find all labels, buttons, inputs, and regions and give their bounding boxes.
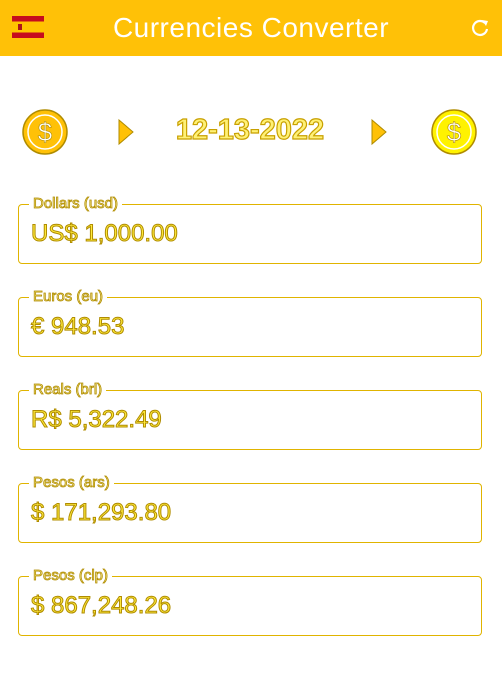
field-value[interactable]: $ 867,248.26 xyxy=(30,592,171,620)
refresh-icon[interactable] xyxy=(470,18,490,38)
play-arrow-icon xyxy=(371,118,387,146)
clp-field[interactable]: Pesos (clp) $ 867,248.26 xyxy=(18,567,482,636)
field-value[interactable]: R$ 5,322.49 xyxy=(31,406,163,434)
field-label: Dollars (usd) xyxy=(29,195,123,212)
svg-text:$: $ xyxy=(38,117,53,147)
field-label: Pesos (ars) xyxy=(29,474,114,491)
dollar-coin-icon[interactable]: $ xyxy=(21,108,69,156)
field-label: Reals (brl) xyxy=(29,381,107,398)
eur-field[interactable]: Euros (eu) € 948.53 xyxy=(18,288,482,357)
svg-text:$: $ xyxy=(447,117,462,147)
field-value[interactable]: US$ 1,000.00 xyxy=(31,220,179,248)
field-value[interactable]: $ 171,293.80 xyxy=(30,499,171,527)
dollar-coin-icon[interactable]: $ xyxy=(430,108,478,156)
app-title: Currencies Converter xyxy=(112,12,390,43)
usd-field[interactable]: Dollars (usd) US$ 1,000.00 xyxy=(18,195,482,264)
brl-field[interactable]: Reals (brl) R$ 5,322.49 xyxy=(18,381,482,450)
play-arrow-icon xyxy=(118,118,134,146)
field-label: Pesos (clp) xyxy=(29,567,113,584)
field-label: Euros (eu) xyxy=(29,288,108,305)
date-row: $ 12-13-2022 $ xyxy=(0,100,502,164)
field-value[interactable]: € 948.53 xyxy=(30,313,124,341)
ars-field[interactable]: Pesos (ars) $ 171,293.80 xyxy=(18,474,482,543)
date-label[interactable]: 12-13-2022 xyxy=(150,113,350,147)
app-header: Currencies Converter xyxy=(0,0,502,56)
